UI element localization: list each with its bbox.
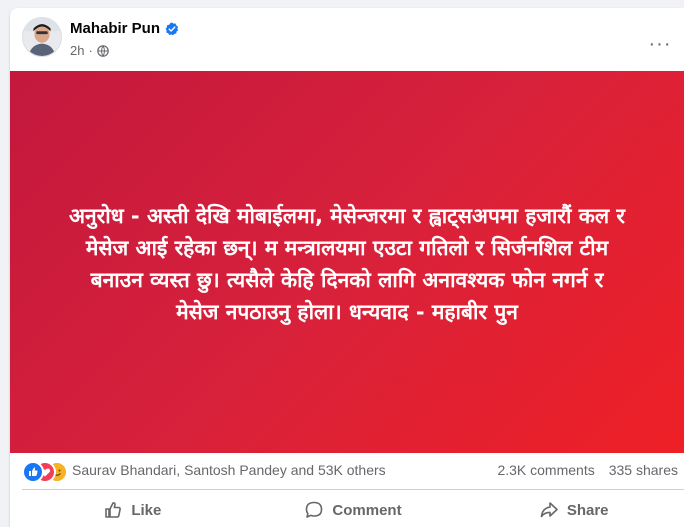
more-dots-icon: ··· <box>648 33 672 55</box>
comments-count[interactable]: 2.3K comments <box>497 462 594 478</box>
comment-button[interactable]: Comment <box>243 494 464 526</box>
reaction-icons[interactable] <box>22 461 68 483</box>
post-options-button[interactable]: ··· <box>642 26 678 62</box>
avatar-photo-icon <box>23 18 61 56</box>
thumbs-up-icon <box>105 502 122 518</box>
verified-badge-icon <box>165 21 179 35</box>
meta-separator: · <box>88 43 93 58</box>
share-arrow-icon <box>540 502 558 518</box>
author-name[interactable]: Mahabir Pun <box>70 20 160 37</box>
share-label: Share <box>566 501 609 519</box>
like-label: Like <box>131 501 162 519</box>
post-actions: Like Comment Share <box>22 494 684 526</box>
share-button[interactable]: Share <box>463 494 684 526</box>
like-button[interactable]: Like <box>22 494 243 526</box>
post-time[interactable]: 2h <box>70 43 84 58</box>
post-header: Mahabir Pun 2h · ··· <box>10 8 684 71</box>
post-meta: 2h · <box>70 43 109 58</box>
author-avatar[interactable] <box>22 17 62 57</box>
like-reaction-icon <box>22 461 44 483</box>
author-name-row: Mahabir Pun <box>70 20 179 37</box>
post-text: अनुरोध - अस्ती देखि मोबाईलमा, मेसेन्जरमा… <box>68 204 625 324</box>
engagement-counts: 2.3K comments 335 shares <box>497 462 678 478</box>
shares-count[interactable]: 335 shares <box>609 462 678 478</box>
post-background-banner: अनुरोध - अस्ती देखि मोबाईलमा, मेसेन्जरमा… <box>10 71 684 453</box>
comment-bubble-icon <box>306 501 323 518</box>
reactors-summary[interactable]: Saurav Bhandari, Santosh Pandey and 53K … <box>72 462 386 478</box>
comment-label: Comment <box>332 501 402 519</box>
post-card: Mahabir Pun 2h · ··· अनुरोध - अस्ती देखि… <box>10 8 684 527</box>
action-divider <box>22 489 684 490</box>
reactions-bar: Saurav Bhandari, Santosh Pandey and 53K … <box>10 456 684 484</box>
globe-icon <box>97 44 109 57</box>
